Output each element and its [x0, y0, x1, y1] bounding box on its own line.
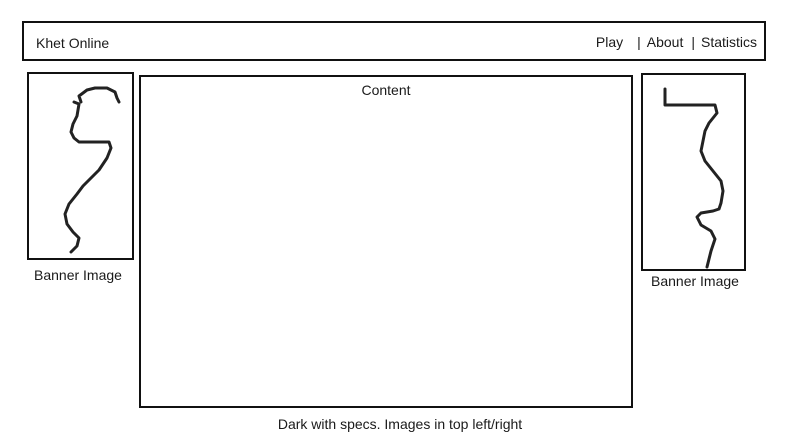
right-banner-image: [641, 73, 746, 271]
nav-link-play[interactable]: Play: [596, 34, 623, 50]
nav-separator: |: [691, 34, 695, 50]
nav-link-about[interactable]: About: [647, 34, 684, 50]
right-banner-caption: Banner Image: [651, 273, 739, 289]
left-banner-image: [27, 72, 134, 260]
banner-squiggle-right: [663, 87, 725, 269]
site-title[interactable]: Khet Online: [36, 35, 109, 51]
nav-link-statistics[interactable]: Statistics: [701, 34, 757, 50]
banner-squiggle-left: [63, 86, 121, 254]
content-label: Content: [361, 82, 411, 98]
nav-separator: |: [637, 34, 641, 50]
nav-menu: Play | About | Statistics: [596, 34, 757, 50]
left-banner-caption: Banner Image: [34, 267, 122, 283]
footer-note: Dark with specs. Images in top left/righ…: [277, 416, 523, 432]
header-bar: Khet Online Play | About | Statistics: [22, 21, 766, 61]
content-area: Content: [139, 75, 633, 408]
